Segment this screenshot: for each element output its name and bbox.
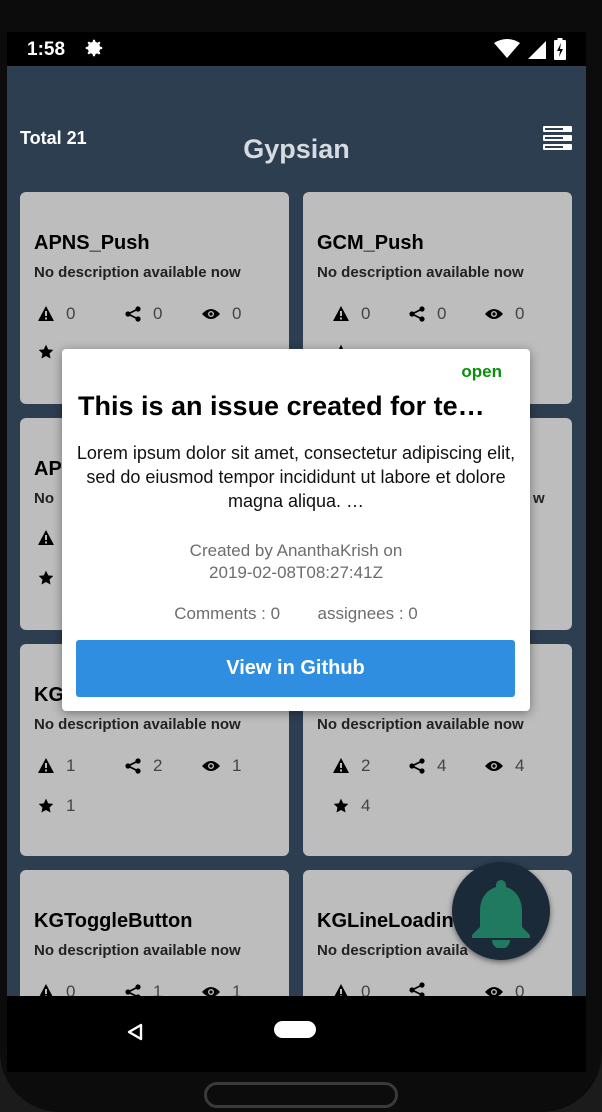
issue-body: Lorem ipsum dolor sit amet, consectetur … <box>76 443 516 511</box>
device-gesture-bar <box>204 1082 398 1108</box>
issue-created-date: 2019-02-08T08:27:41Z <box>209 563 383 582</box>
view-in-github-button[interactable]: View in Github <box>76 640 515 697</box>
issue-title: This is an issue created for te… <box>78 391 485 421</box>
modal-overlay: open This is an issue created for te… Lo… <box>7 32 586 1072</box>
screen: 1:58 Total 21 Gypsian APNS_Push No descr… <box>7 32 586 1072</box>
device-frame: 1:58 Total 21 Gypsian APNS_Push No descr… <box>0 0 602 1112</box>
issue-counts: Comments : 0 assignees : 0 <box>62 604 530 624</box>
issue-created-by: Created by AnanthaKrish on <box>189 541 403 560</box>
issue-modal: open This is an issue created for te… Lo… <box>62 349 530 711</box>
issue-status-badge: open <box>461 362 502 381</box>
issue-assignees-count: assignees : 0 <box>317 604 418 623</box>
issue-comments-count: Comments : 0 <box>174 604 281 623</box>
issue-created-info: Created by AnanthaKrish on 2019-02-08T08… <box>92 540 500 584</box>
